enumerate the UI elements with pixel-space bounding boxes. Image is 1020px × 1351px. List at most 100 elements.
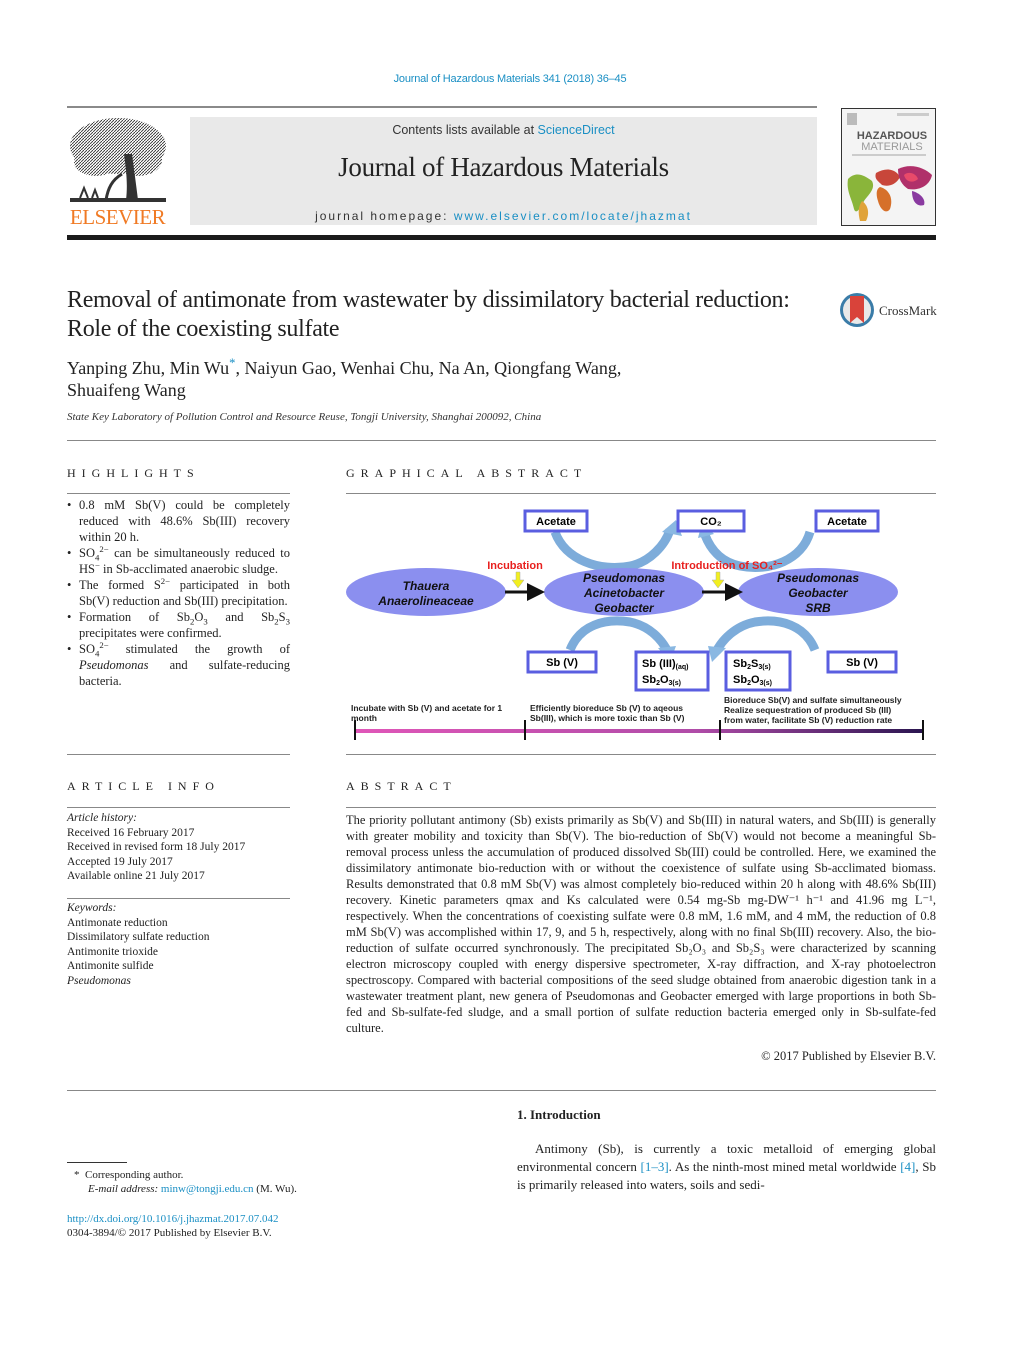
graphical-abstract-diagram: Acetate CO₂ Acetate Thauera Anaerolineac… [346,509,924,740]
cover-title-2: MATERIALS [861,141,923,153]
graphical-abstract-heading: GRAPHICAL ABSTRACT [346,466,588,480]
homepage-line: journal homepage: www.elsevier.com/locat… [190,209,817,223]
svg-text:Geobacter: Geobacter [594,601,655,615]
header-thick-rule [67,235,936,240]
divider [346,754,936,755]
ellipse-sb-fed: Pseudomonas Acinetobacter Geobacter [544,568,704,616]
elsevier-logo[interactable]: ELSEVIER [66,114,169,230]
timeline-bar [355,729,923,733]
footnote-mark: * [74,1169,80,1181]
graphical-abstract-figure[interactable]: Acetate CO₂ Acetate Thauera Anaerolineac… [340,500,940,750]
svg-text:Thauera: Thauera [403,579,450,593]
step-label-incubation: Incubation [487,560,543,572]
svg-text:Acetate: Acetate [827,516,867,528]
highlight-item: SO42− stimulated the growth of Pseudomon… [67,640,290,689]
highlight-item: Formation of Sb2O3 and Sb2S3 precipitate… [67,609,290,641]
timeline-label: month [351,713,377,723]
keywords-label: Keywords: [67,902,117,914]
svg-text:Acinetobacter: Acinetobacter [583,586,665,600]
homepage-prefix: journal homepage: [315,209,454,223]
keyword: Pseudomonas [67,974,131,987]
introduction-body: Antimony (Sb), is currently a toxic meta… [517,1140,936,1194]
highlights-heading: HIGHLIGHTS [67,466,200,480]
journal-reference-link[interactable]: Journal of Hazardous Materials 341 (2018… [0,73,1020,85]
crossmark-button[interactable]: CrossMark [839,290,939,330]
svg-text:SRB: SRB [805,601,831,615]
history-received: Received 16 February 2017 [67,826,195,839]
issn-line: 0304-3894/© 2017 Published by Elsevier B… [67,1227,272,1239]
citation-link[interactable]: [4] [900,1159,915,1174]
keyword: Antimonate reduction [67,916,168,929]
box-sb-v-1: Sb (V) [526,650,598,674]
down-arrow-icon [511,571,525,589]
elsevier-tree-icon [70,118,166,202]
highlight-item: The formed S2− participated in both Sb(V… [67,576,290,609]
timeline-label: Bioreduce Sb(V) and sulfate simultaneous… [724,695,902,705]
authors-part2: , Naiyun Gao, Wenhai Chu, Na An, Qiongfa… [235,358,622,378]
svg-text:Sb (V): Sb (V) [546,657,578,669]
highlights-list: 0.8 mM Sb(V) could be completely reduced… [67,497,290,689]
down-arrow-icon [711,571,725,589]
corresponding-author-note: Corresponding author. [85,1169,184,1181]
flow-arrow [550,528,675,572]
history-revised: Received in revised form 18 July 2017 [67,841,246,853]
history-accepted: Accepted 19 July 2017 [67,855,173,868]
svg-text:CO₂: CO₂ [700,516,722,528]
elsevier-wordmark: ELSEVIER [69,205,166,229]
divider [67,1090,936,1091]
history-online: Available online 21 July 2017 [67,870,205,882]
contents-line: Contents lists available at ScienceDirec… [190,123,817,137]
divider [346,807,936,808]
divider [67,493,290,494]
crossmark-label: CrossMark [879,303,937,318]
journal-cover-image[interactable]: HAZARDOUS MATERIALS [841,108,936,226]
homepage-link[interactable]: www.elsevier.com/locate/jhazmat [454,209,692,223]
article-title: Removal of antimonate from wastewater by… [67,287,790,342]
timeline-label: Realize sequestration of produced Sb (II… [724,705,891,715]
authors-line2: Shuaifeng Wang [67,380,186,400]
ellipse-sb-sulfate-fed: Pseudomonas Geobacter SRB [738,568,898,616]
highlight-item: 0.8 mM Sb(V) could be completely reduced… [67,497,290,545]
box-sb-sulfide-products: Sb2S3(s) Sb2O3(s) [724,650,792,692]
footnote: * Corresponding author. E-mail address: … [67,1168,297,1196]
sciencedirect-link[interactable]: ScienceDirect [538,123,615,137]
box-acetate-1: Acetate [523,509,589,533]
journal-cover-art: HAZARDOUS MATERIALS [842,109,935,225]
svg-text:Pseudomonas: Pseudomonas [583,571,665,585]
article-history: Article history: Received 16 February 20… [67,811,245,884]
journal-title: Journal of Hazardous Materials [338,152,669,182]
flow-arrow [565,616,673,655]
header-rule [67,106,817,108]
timeline-label: from water, facilitate Sb (V) reduction … [724,715,892,725]
divider [346,493,936,494]
divider [67,898,290,899]
keyword: Antimonite trioxide [67,945,159,958]
abstract-body: The priority pollutant antimony (Sb) exi… [346,813,936,1035]
contents-prefix: Contents lists available at [392,123,538,137]
svg-text:Geobacter: Geobacter [788,586,849,600]
box-co2: CO₂ [676,509,746,533]
journal-banner: Contents lists available at ScienceDirec… [190,117,817,225]
divider [67,754,290,755]
divider [67,807,290,808]
affiliation: State Key Laboratory of Pollution Contro… [67,411,542,423]
email-suffix: (M. Wu). [253,1183,297,1195]
email-link[interactable]: minw@tongji.edu.cn [161,1183,254,1195]
email-label: E-mail address: [88,1183,161,1195]
svg-text:Sb (V): Sb (V) [846,657,878,669]
ellipse-seed-sludge: Thauera Anaerolineaceae [346,568,506,616]
box-sb-iii-products: Sb (III)(aq) Sb2O3(s) [634,650,710,692]
citation-link[interactable]: [1–3] [640,1159,668,1174]
intro-text-part: . As the ninth-most mined metal worldwid… [668,1159,901,1174]
keyword: Dissimilatory sulfate reduction [67,931,210,943]
timeline-label: Incubate with Sb (V) and acetate for 1 [351,703,502,713]
history-label: Article history: [67,812,137,824]
step-label-sulfate: Introduction of SO₄²⁻ [671,560,782,572]
svg-text:Anaerolineaceae: Anaerolineaceae [377,594,474,608]
svg-text:Acetate: Acetate [536,516,576,528]
article-info-heading: ARTICLE INFO [67,779,220,793]
author-list: Yanping Zhu, Min Wu*, Naiyun Gao, Wenhai… [67,357,767,401]
keywords: Keywords: Antimonate reduction Dissimila… [67,901,209,988]
timeline-label: Sb(III), which is more toxic than Sb (V) [530,713,685,723]
doi-link[interactable]: http://dx.doi.org/10.1016/j.jhazmat.2017… [67,1213,279,1225]
